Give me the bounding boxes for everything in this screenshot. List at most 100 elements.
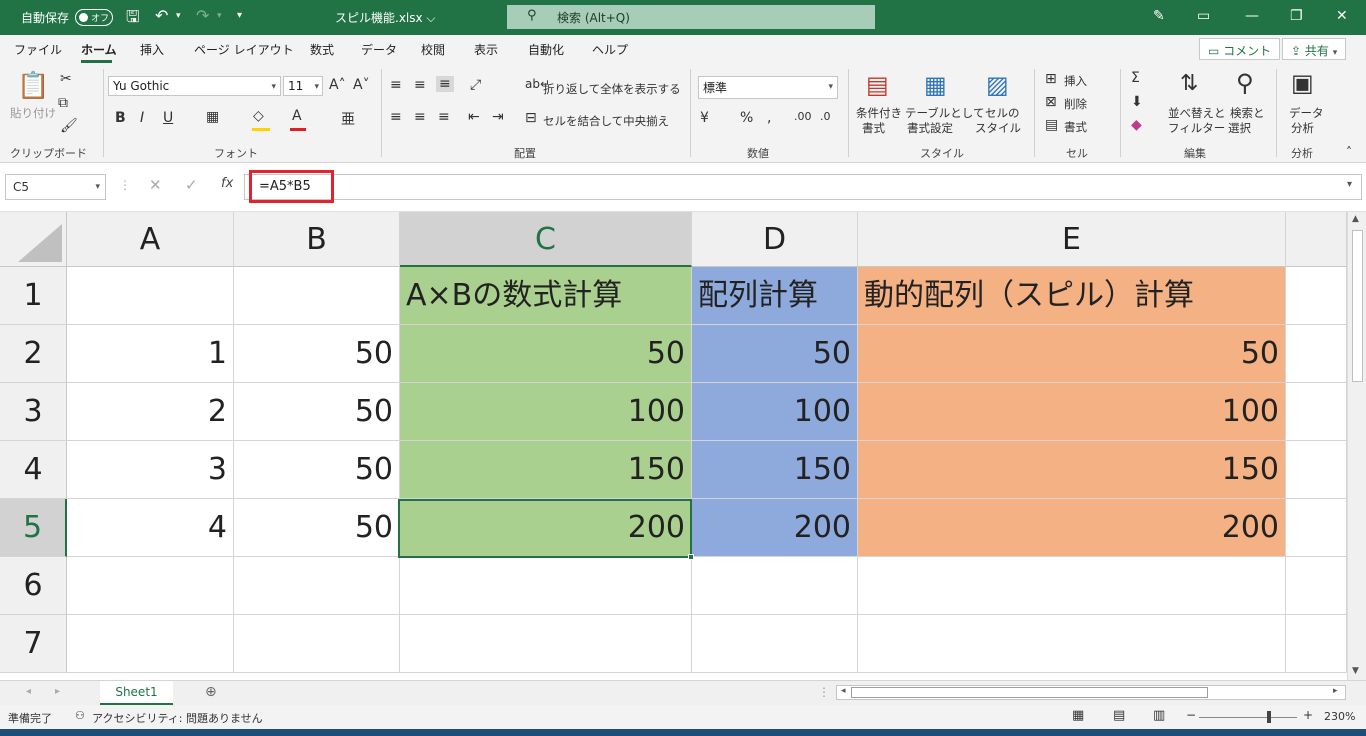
find-select-label-2[interactable]: 選択 [1228,120,1251,136]
merge-center-icon[interactable]: ⊟ [525,110,537,126]
column-header-f[interactable] [1286,212,1347,267]
underline-icon[interactable]: U [163,110,173,126]
tab-data[interactable]: データ [361,41,397,58]
cell-f1[interactable] [1286,267,1347,325]
cell-b6[interactable] [234,557,400,615]
cell-e1[interactable]: 動的配列（スピル）計算 [858,267,1286,325]
ribbon-display-icon[interactable]: ▭ [1197,8,1210,24]
align-top-icon[interactable]: ≡ [390,77,402,93]
column-header-b[interactable]: B [234,212,400,267]
bold-icon[interactable]: B [115,110,126,126]
align-left-icon[interactable]: ≡ [390,109,402,125]
fill-color-icon[interactable]: ◇ [253,108,264,124]
save-icon[interactable]: 🖫 [126,6,140,33]
cell-b3[interactable]: 50 [234,383,400,441]
sort-filter-label-1[interactable]: 並べ替えと [1168,105,1226,121]
cell-e5[interactable]: 200 [858,499,1286,557]
vertical-scrollbar[interactable]: ▲ ▼ [1347,212,1366,680]
search-box[interactable]: ⚲ 検索 (Alt+Q) [507,5,875,29]
tab-help[interactable]: ヘルプ [592,41,628,58]
comment-button[interactable]: ▭ コメント [1199,38,1281,60]
cell-e3[interactable]: 100 [858,383,1286,441]
merge-center-label[interactable]: セルを結合して中央揃え [543,113,669,129]
cell-c7[interactable] [400,615,692,673]
tab-home[interactable]: ホーム [81,41,117,58]
cell-c1[interactable]: A×Bの数式計算 [400,267,692,325]
number-format-select[interactable]: 標準 ▾ [698,76,838,99]
decrease-decimal-icon[interactable]: .0 [820,110,831,123]
redo-icon[interactable]: ↷ [196,6,209,25]
scroll-right-icon[interactable]: ▸ [1333,686,1338,696]
cell-b4[interactable]: 50 [234,441,400,499]
cell-d1[interactable]: 配列計算 [692,267,858,325]
conditional-format-icon[interactable]: ▤ [866,71,889,99]
cell-f3[interactable] [1286,383,1347,441]
cell-c6[interactable] [400,557,692,615]
increase-font-icon[interactable]: A˄ [329,77,346,93]
column-header-e[interactable]: E [858,212,1286,267]
percent-icon[interactable]: % [740,110,753,126]
clear-icon[interactable]: ◆ [1131,117,1142,133]
cell-c4[interactable]: 150 [400,441,692,499]
sort-filter-icon[interactable]: ⇅ [1180,71,1198,96]
cell-d5[interactable]: 200 [692,499,858,557]
cell-a2[interactable]: 1 [67,325,234,383]
name-box[interactable]: C5 ▾ [5,174,106,200]
collapse-ribbon-icon[interactable]: ˄ [1346,145,1352,159]
cell-e6[interactable] [858,557,1286,615]
redo-dropdown-icon[interactable]: ▾ [217,11,222,21]
align-center-icon[interactable]: ≡ [414,109,426,125]
cell-a6[interactable] [67,557,234,615]
scroll-left-icon[interactable]: ◂ [841,686,846,696]
insert-label[interactable]: 挿入 [1064,73,1087,89]
row-header-5[interactable]: 5 [0,499,67,557]
zoom-out-icon[interactable]: − [1186,708,1196,722]
expand-formula-bar-icon[interactable]: ▾ [1347,179,1352,190]
zoom-slider[interactable] [1199,717,1297,718]
currency-icon[interactable]: ¥ [700,110,709,126]
increase-indent-icon[interactable]: ⇥ [492,109,504,125]
wrap-text-label[interactable]: 折り返して全体を表示する [543,81,681,97]
tab-file[interactable]: ファイル [14,41,62,58]
cell-c2[interactable]: 50 [400,325,692,383]
font-size-select[interactable]: 11 ▾ [283,76,323,96]
format-cells-icon[interactable]: ▤ [1045,117,1058,133]
analyze-label-2[interactable]: 分析 [1291,120,1314,136]
cell-a5[interactable]: 4 [67,499,234,557]
fill-handle[interactable] [688,554,694,560]
insert-function-icon[interactable]: fx [221,176,233,191]
row-header-4[interactable]: 4 [0,441,67,499]
cell-e2[interactable]: 50 [858,325,1286,383]
scroll-down-icon[interactable]: ▼ [1352,666,1359,676]
align-bottom-icon[interactable]: ≡ [436,76,454,92]
cell-f6[interactable] [1286,557,1347,615]
page-layout-view-icon[interactable]: ▤ [1113,708,1125,723]
share-button[interactable]: ⇪ 共有 ▾ [1282,38,1347,60]
row-header-6[interactable]: 6 [0,557,67,615]
cell-f7[interactable] [1286,615,1347,673]
cond-format-label-1[interactable]: 条件付き [856,105,902,121]
comma-icon[interactable]: , [767,110,771,126]
tab-insert[interactable]: 挿入 [140,41,164,58]
autosum-icon[interactable]: Σ [1131,70,1140,86]
minimize-icon[interactable]: — [1245,8,1259,24]
pen-icon[interactable]: ✎ [1153,8,1165,24]
orientation-icon[interactable]: ⤢ [470,77,481,93]
cond-format-label-2[interactable]: 書式 [862,120,885,136]
format-as-table-icon[interactable]: ▦ [924,71,947,99]
next-sheet-icon[interactable]: ▸ [55,686,60,697]
zoom-slider-thumb[interactable] [1267,711,1271,723]
row-header-7[interactable]: 7 [0,615,67,673]
increase-decimal-icon[interactable]: .00 [794,110,812,123]
tab-review[interactable]: 校閲 [421,41,445,58]
border-icon[interactable]: ▦ [206,109,219,125]
row-header-2[interactable]: 2 [0,325,67,383]
copy-icon[interactable]: ⧉ [58,95,68,111]
cell-a1[interactable] [67,267,234,325]
font-color-icon[interactable]: A [292,108,302,124]
italic-icon[interactable]: I [140,110,144,126]
column-header-d[interactable]: D [692,212,858,267]
customize-qat-icon[interactable]: ▾ [237,10,242,21]
cell-style-label-2[interactable]: スタイル [975,120,1021,136]
cancel-icon[interactable]: ✕ [149,176,162,194]
